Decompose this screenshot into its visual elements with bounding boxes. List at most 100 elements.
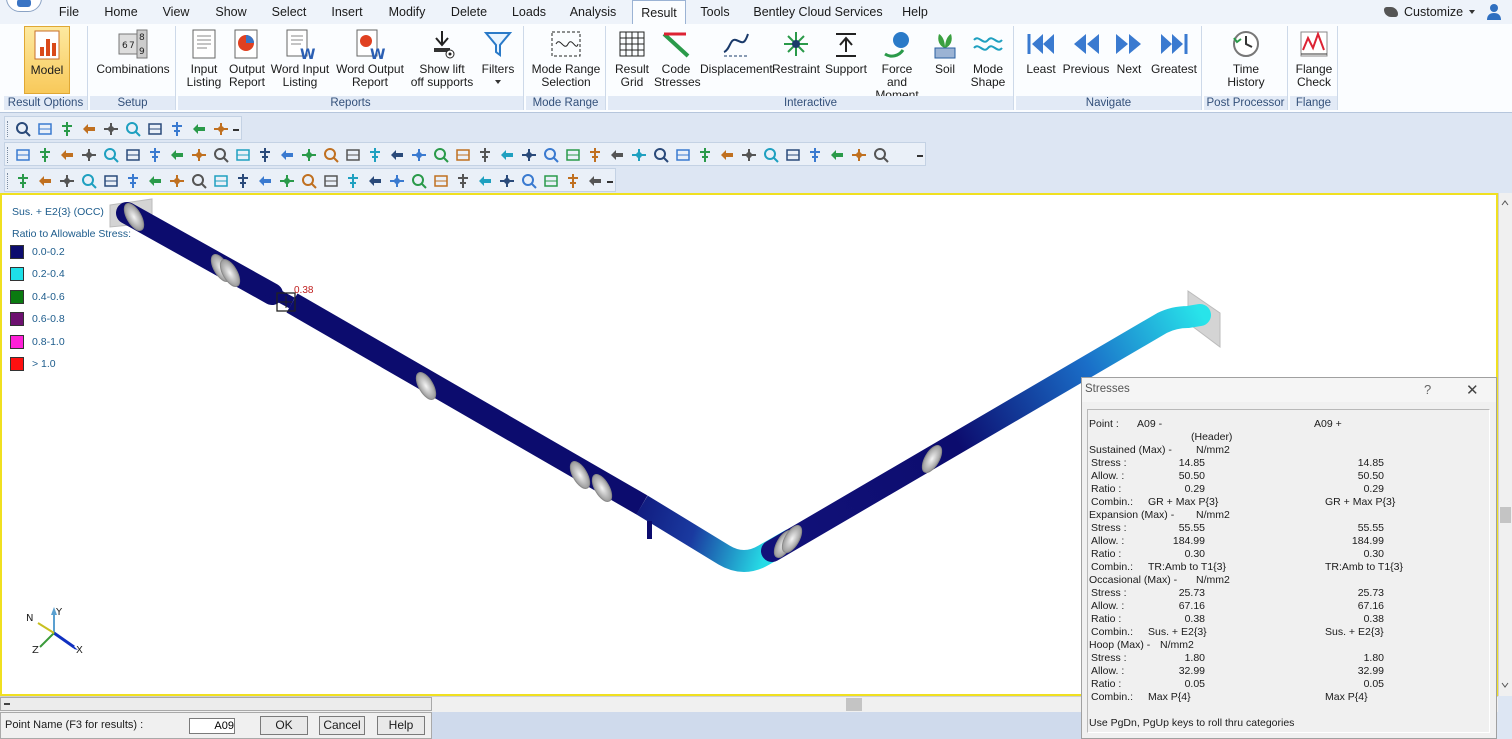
toolbar-tool-icon[interactable]	[455, 147, 471, 163]
app-logo-button[interactable]	[6, 0, 42, 12]
toolbar-tool-icon[interactable]	[169, 173, 185, 189]
toolbar-tool-icon[interactable]	[521, 147, 537, 163]
toolbar-tool-icon[interactable]	[301, 147, 317, 163]
show-liftoff-supports-button[interactable]: Show lift off supports	[408, 26, 476, 94]
toolbar-tool-icon[interactable]	[15, 147, 31, 163]
toolbar-tool-icon[interactable]	[279, 147, 295, 163]
toolbar-tool-icon[interactable]	[653, 147, 669, 163]
menu-view[interactable]: View	[160, 0, 192, 24]
toolbar-tool-icon[interactable]	[147, 147, 163, 163]
toolbar-tool-icon[interactable]	[411, 147, 427, 163]
toolbar-tool-icon[interactable]	[675, 147, 691, 163]
toolbar-tool-icon[interactable]	[147, 121, 163, 137]
menu-home[interactable]: Home	[102, 0, 140, 24]
menu-result[interactable]: Result	[632, 0, 686, 25]
menu-select[interactable]: Select	[270, 0, 308, 24]
toolbar-tool-icon[interactable]	[323, 173, 339, 189]
toolbar-tool-icon[interactable]	[59, 121, 75, 137]
help-icon[interactable]: ?	[1424, 382, 1431, 397]
toolbar-tool-icon[interactable]	[411, 173, 427, 189]
toolbar-tool-icon[interactable]	[587, 147, 603, 163]
input-listing-button[interactable]: Input Listing	[182, 26, 226, 94]
soil-button[interactable]: Soil	[926, 26, 964, 94]
menu-bentley-cloud-services[interactable]: Bentley Cloud Services	[752, 0, 884, 24]
menu-analysis[interactable]: Analysis	[569, 0, 617, 24]
toolbar-tool-icon[interactable]	[345, 173, 361, 189]
toolbar-grip[interactable]	[7, 173, 11, 189]
toolbar-tool-icon[interactable]	[345, 147, 361, 163]
toolbar-tool-icon[interactable]	[565, 173, 581, 189]
toolbar-tool-icon[interactable]	[301, 173, 317, 189]
toolbar-tool-icon[interactable]	[191, 121, 207, 137]
toolbar-tool-icon[interactable]	[103, 147, 119, 163]
close-icon[interactable]: ✕	[1466, 381, 1479, 399]
toolbar-tool-icon[interactable]	[521, 173, 537, 189]
toolbar-tool-icon[interactable]	[785, 147, 801, 163]
toolbar-tool-icon[interactable]	[389, 147, 405, 163]
horizontal-scroll-thumb[interactable]	[846, 698, 862, 711]
toolbar-tool-icon[interactable]	[191, 147, 207, 163]
code-stresses-button[interactable]: Code Stresses	[654, 26, 701, 94]
toolbar-tool-icon[interactable]	[279, 173, 295, 189]
menu-insert[interactable]: Insert	[329, 0, 365, 24]
toolbar-tool-icon[interactable]	[103, 173, 119, 189]
menu-loads[interactable]: Loads	[510, 0, 548, 24]
combinations-button[interactable]: 678 9 Combinations	[94, 26, 172, 94]
toolbar-tool-icon[interactable]	[169, 147, 185, 163]
model-button[interactable]: Model	[24, 26, 70, 94]
toolbar-tool-icon[interactable]	[367, 147, 383, 163]
toolbar-tool-icon[interactable]	[59, 173, 75, 189]
toolbar-tool-icon[interactable]	[15, 121, 31, 137]
toolbar-tool-icon[interactable]	[81, 121, 97, 137]
toolbar-tool-icon[interactable]	[103, 121, 119, 137]
toolbar-tool-icon[interactable]	[169, 121, 185, 137]
toolbar-tool-icon[interactable]	[213, 121, 229, 137]
toolbar-tool-icon[interactable]	[587, 173, 603, 189]
dialog-titlebar[interactable]: Stresses ? ✕	[1082, 378, 1496, 402]
toolbar-tool-icon[interactable]	[37, 147, 53, 163]
toolbar-overflow-chevron-icon[interactable]	[917, 155, 923, 163]
toolbar-tool-icon[interactable]	[191, 173, 207, 189]
toolbar-tool-icon[interactable]	[543, 173, 559, 189]
toolbar-tool-icon[interactable]	[631, 147, 647, 163]
support-button[interactable]: Support	[822, 26, 870, 94]
toolbar-tool-icon[interactable]	[389, 173, 405, 189]
toolbar-tool-icon[interactable]	[81, 173, 97, 189]
toolbar-tool-icon[interactable]	[147, 173, 163, 189]
toolbar-tool-icon[interactable]	[697, 147, 713, 163]
customize-button[interactable]: Customize	[1384, 0, 1476, 24]
restraint-button[interactable]: Restraint	[772, 26, 820, 94]
toolbar-tool-icon[interactable]	[433, 173, 449, 189]
toolbar-tool-icon[interactable]	[499, 147, 515, 163]
toolbar-tool-icon[interactable]	[609, 147, 625, 163]
toolbar-tool-icon[interactable]	[455, 173, 471, 189]
toolbar-tool-icon[interactable]	[433, 147, 449, 163]
toolbar-overflow-chevron-icon[interactable]	[233, 129, 239, 137]
help-button[interactable]: Help	[377, 716, 425, 735]
toolbar-tool-icon[interactable]	[15, 173, 31, 189]
toolbar-tool-icon[interactable]	[829, 147, 845, 163]
ok-button[interactable]: OK	[260, 716, 308, 735]
filters-button[interactable]: Filters	[476, 26, 520, 94]
time-history-button[interactable]: Time History	[1222, 26, 1270, 94]
toolbar-tool-icon[interactable]	[59, 147, 75, 163]
toolbar-tool-icon[interactable]	[807, 147, 823, 163]
toolbar-tool-icon[interactable]	[37, 173, 53, 189]
toolbar-grip[interactable]	[7, 121, 11, 137]
toolbar-tool-icon[interactable]	[125, 147, 141, 163]
toolbar-tool-icon[interactable]	[719, 147, 735, 163]
toolbar-grip[interactable]	[7, 147, 11, 163]
flange-check-button[interactable]: Flange Check	[1292, 26, 1336, 94]
toolbar-tool-icon[interactable]	[257, 173, 273, 189]
user-icon[interactable]	[1486, 3, 1504, 21]
displacement-button[interactable]: Displacement	[700, 26, 773, 94]
toolbar-tool-icon[interactable]	[125, 121, 141, 137]
vertical-scrollbar[interactable]	[1498, 193, 1512, 696]
toolbar-tool-icon[interactable]	[543, 147, 559, 163]
toolbar-tool-icon[interactable]	[257, 147, 273, 163]
point-name-input[interactable]	[189, 718, 235, 734]
toolbar-tool-icon[interactable]	[37, 121, 53, 137]
toolbar-tool-icon[interactable]	[323, 147, 339, 163]
least-button[interactable]: Least	[1020, 26, 1062, 94]
menu-help[interactable]: Help	[900, 0, 930, 24]
